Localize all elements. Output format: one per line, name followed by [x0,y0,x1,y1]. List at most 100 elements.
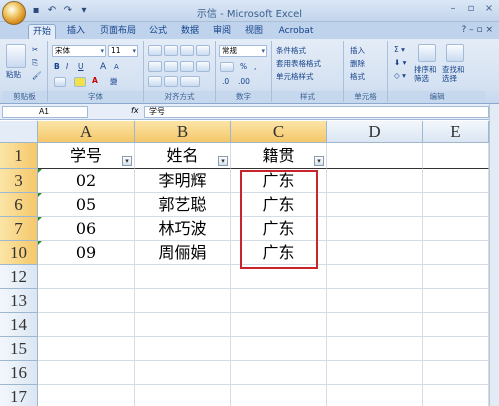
cut-icon[interactable]: ✂ [32,45,38,54]
table-cell[interactable]: 郭艺聪 [135,193,231,217]
align-middle-icon[interactable] [164,45,178,56]
table-cell[interactable] [38,361,135,385]
table-cell[interactable] [423,169,489,193]
copy-icon[interactable]: ⎘ [32,58,38,68]
filter-dropdown-icon[interactable]: ▾ [122,156,132,166]
phonetic-icon[interactable]: 變 [110,76,118,87]
format-as-table-button[interactable]: 套用表格格式 [276,58,321,69]
table-header-cell[interactable] [423,143,489,169]
percent-button[interactable]: % [240,62,247,71]
table-cell[interactable]: 09 [38,241,135,265]
align-bottom-icon[interactable] [180,45,194,56]
table-header-cell[interactable] [327,143,423,169]
table-cell[interactable] [231,385,327,406]
table-cell[interactable] [38,265,135,289]
paste-icon[interactable] [6,44,26,68]
tab-view[interactable]: 视图 [242,24,266,39]
table-cell[interactable]: 李明辉 [135,169,231,193]
number-format-select[interactable]: 常规 [219,45,267,57]
table-cell[interactable] [135,337,231,361]
table-cell[interactable] [423,265,489,289]
bold-button[interactable]: B [54,62,60,71]
row-header[interactable]: 17 [0,385,38,406]
orientation-icon[interactable] [196,45,210,56]
table-cell[interactable] [231,289,327,313]
fill-color-icon[interactable] [74,77,86,87]
currency-icon[interactable] [220,62,234,72]
table-cell[interactable] [38,385,135,406]
table-cell[interactable] [231,313,327,337]
column-header-c[interactable]: C [231,121,327,143]
column-header-e[interactable]: E [423,121,489,143]
shrink-font-button[interactable]: A [114,63,119,71]
italic-button[interactable]: I [66,62,68,71]
column-header-b[interactable]: B [135,121,231,143]
table-header-cell[interactable]: 姓名 ▾ [135,143,231,169]
grow-font-button[interactable]: A [100,62,106,72]
table-cell[interactable]: 广东 [231,193,327,217]
delete-cells-button[interactable]: 删除 [350,58,365,69]
decrease-decimal-icon[interactable]: .00 [238,77,250,86]
row-header[interactable]: 10 [0,241,38,265]
table-cell[interactable] [327,193,423,217]
row-header[interactable]: 3 [0,169,38,193]
table-header-cell[interactable]: 学号 ▾ [38,143,135,169]
row-header[interactable]: 15 [0,337,38,361]
align-top-icon[interactable] [148,45,162,56]
font-size-select[interactable]: 11 [108,45,138,57]
find-select-icon[interactable] [446,44,464,62]
table-cell[interactable] [423,337,489,361]
find-select-button[interactable]: 查找和选择 [442,65,468,83]
fill-icon[interactable]: ⬇ ▾ [394,58,406,67]
table-cell[interactable] [327,289,423,313]
tab-acrobat[interactable]: Acrobat [276,24,316,39]
table-cell[interactable]: 广东 [231,241,327,265]
row-header[interactable]: 12 [0,265,38,289]
table-cell[interactable] [38,313,135,337]
select-all-corner[interactable] [0,121,38,143]
minimize-icon[interactable]: – [447,3,459,15]
table-cell[interactable]: 02 [38,169,135,193]
align-center-icon[interactable] [164,61,178,72]
format-painter-icon[interactable]: 🖌 [32,71,42,80]
filter-dropdown-icon[interactable]: ▾ [314,156,324,166]
table-cell[interactable] [38,337,135,361]
row-header[interactable]: 6 [0,193,38,217]
table-cell[interactable] [327,313,423,337]
align-left-icon[interactable] [148,61,162,72]
table-cell[interactable] [327,217,423,241]
row-header[interactable]: 16 [0,361,38,385]
font-name-select[interactable]: 宋体 [52,45,106,57]
comma-button[interactable]: , [254,62,256,71]
help-icon[interactable]: ? – ▫ × [462,25,494,35]
format-cells-button[interactable]: 格式 [350,71,365,82]
tab-page-layout[interactable]: 页面布局 [96,24,140,39]
borders-icon[interactable] [54,77,66,87]
column-header-d[interactable]: D [327,121,423,143]
table-cell[interactable] [231,361,327,385]
table-cell[interactable] [135,289,231,313]
increase-indent-icon[interactable] [164,76,178,87]
name-box[interactable]: A1 [2,106,88,118]
increase-decimal-icon[interactable]: .0 [222,77,229,86]
row-header[interactable]: 7 [0,217,38,241]
table-cell[interactable]: 林巧波 [135,217,231,241]
wrap-text-icon[interactable] [196,61,210,72]
filter-dropdown-icon[interactable]: ▾ [218,156,228,166]
table-cell[interactable] [327,241,423,265]
table-cell[interactable]: 06 [38,217,135,241]
autosum-icon[interactable]: Σ ▾ [394,45,405,54]
table-cell[interactable] [38,289,135,313]
table-cell[interactable] [423,241,489,265]
tab-insert[interactable]: 插入 [62,24,90,39]
decrease-indent-icon[interactable] [148,76,162,87]
table-cell[interactable] [231,265,327,289]
tab-data[interactable]: 数据 [178,24,202,39]
font-color-icon[interactable]: A [92,76,98,85]
underline-button[interactable]: U [78,62,84,71]
row-header[interactable]: 14 [0,313,38,337]
table-cell[interactable] [135,385,231,406]
align-right-icon[interactable] [180,61,194,72]
formula-input[interactable]: 学号 [144,106,489,118]
table-cell[interactable] [231,337,327,361]
